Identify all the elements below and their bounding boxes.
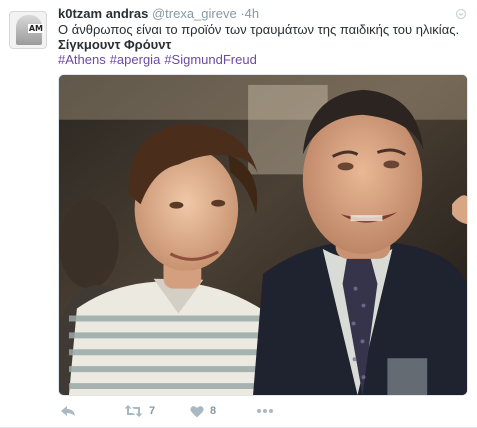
hashtag-link[interactable]: #Athens <box>58 52 106 67</box>
tweet-photo[interactable] <box>58 74 468 396</box>
tweet-header: k0tzam andras @trexa_gireve ·4h <box>58 6 259 22</box>
author-avatar[interactable]: AM <box>9 11 47 49</box>
more-icon <box>257 409 273 413</box>
hashtag-link[interactable]: #SigmundFreud <box>164 52 257 67</box>
photo-image <box>59 75 467 395</box>
author-handle[interactable]: @trexa_gireve <box>152 6 237 21</box>
like-count: 8 <box>210 405 217 417</box>
like-button[interactable]: 8 <box>190 402 216 420</box>
tweet-text: Ο άνθρωπος είναι το προϊόν των τραυμάτων… <box>58 22 468 52</box>
dropdown-caret-icon[interactable] <box>455 8 467 20</box>
retweet-icon <box>124 405 143 417</box>
hashtag-link[interactable]: #apergia <box>110 52 161 67</box>
tweet[interactable]: AM k0tzam andras @trexa_gireve ·4h Ο άνθ… <box>0 0 477 428</box>
more-button[interactable] <box>256 402 274 420</box>
tweet-text-signature: Σίγκμουντ Φρόυντ <box>58 37 172 52</box>
reply-icon <box>61 406 75 416</box>
tweet-timestamp[interactable]: 4h <box>245 6 259 21</box>
retweet-button[interactable]: 7 <box>124 402 155 420</box>
reply-button[interactable] <box>60 402 76 420</box>
author-name[interactable]: k0tzam andras <box>58 6 148 21</box>
tweet-text-line: Ο άνθρωπος είναι το προϊόν των τραυμάτων… <box>58 22 460 37</box>
tweet-actions: 7 8 <box>58 402 458 420</box>
retweet-count: 7 <box>149 405 156 417</box>
hashtag-list: #Athens #apergia #SigmundFreud <box>58 52 257 67</box>
avatar-label: AM <box>27 24 44 33</box>
heart-icon <box>190 405 204 417</box>
